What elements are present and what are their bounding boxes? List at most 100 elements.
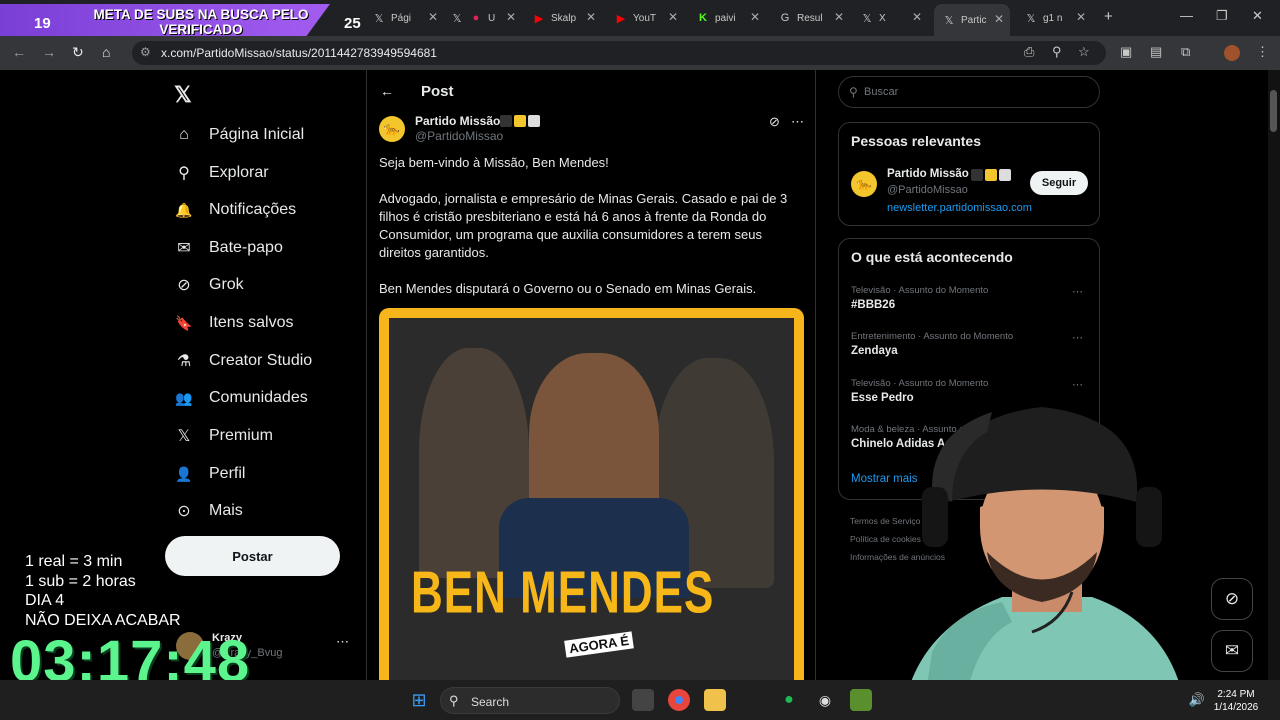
nav-item-grok[interactable]: ⊘ Grok bbox=[173, 270, 243, 300]
tab-label: X bbox=[879, 12, 886, 24]
tab-label: YouT bbox=[633, 12, 656, 24]
nav-item-premium[interactable]: 𝕏 Premium bbox=[173, 421, 273, 451]
close-window-icon[interactable]: ✕ bbox=[1252, 8, 1263, 24]
more-dots-icon[interactable]: ⋯ bbox=[1072, 331, 1083, 344]
tab-7[interactable]: 𝕏 X ✕ bbox=[860, 6, 922, 30]
author-handle[interactable]: @PartidoMissao bbox=[415, 129, 503, 143]
close-icon[interactable]: ✕ bbox=[912, 10, 922, 24]
spotify-icon[interactable]: ● bbox=[778, 689, 800, 711]
relevant-handle: @PartidoMissao bbox=[887, 184, 968, 196]
trend-item[interactable]: Televisão · Assunto do Momento #BBB26 ⋯ bbox=[851, 285, 1091, 325]
task-view-icon[interactable] bbox=[632, 689, 654, 711]
close-icon[interactable]: ✕ bbox=[668, 10, 678, 24]
post-image[interactable]: BEN MENDES AGORA É bbox=[379, 308, 804, 720]
extension-icon[interactable]: ▣ bbox=[1120, 44, 1132, 60]
more-dots-icon[interactable]: ⋯ bbox=[1072, 285, 1083, 298]
more-dots-icon[interactable]: ⋯ bbox=[336, 634, 349, 650]
nav-item-bookmarks[interactable]: 🔖 Itens salvos bbox=[173, 308, 293, 338]
more-dots-icon[interactable]: ⋯ bbox=[791, 114, 804, 130]
tab-6[interactable]: G Resul ✕ bbox=[778, 6, 844, 30]
star-icon[interactable]: ☆ bbox=[1078, 44, 1090, 60]
badge-dark bbox=[500, 115, 512, 127]
close-icon[interactable]: ✕ bbox=[586, 10, 596, 24]
tab-active[interactable]: 𝕏 Partic ✕ bbox=[934, 4, 1010, 36]
tab-label: U bbox=[488, 12, 496, 24]
new-tab-button[interactable]: + bbox=[1104, 8, 1113, 25]
minimize-icon[interactable]: — bbox=[1180, 8, 1193, 23]
nav-item-notifications[interactable]: 🔔 Notificações bbox=[173, 195, 296, 225]
bookmark-icon: 🔖 bbox=[175, 314, 193, 331]
forward-icon[interactable]: → bbox=[42, 44, 56, 60]
x-logo-icon: 𝕏 bbox=[452, 12, 462, 25]
nav-item-communities[interactable]: 👥 Comunidades bbox=[173, 383, 307, 413]
follow-button[interactable]: Seguir bbox=[1030, 171, 1088, 195]
trend-item[interactable]: Entretenimento · Assunto do Momento Zenda… bbox=[851, 331, 1091, 371]
maximize-icon[interactable]: ❐ bbox=[1216, 8, 1228, 24]
search-input[interactable]: ⚲ Buscar bbox=[838, 76, 1100, 108]
tab-3[interactable]: ▶ Skalp ✕ bbox=[532, 6, 596, 30]
x-logo-icon: 𝕏 bbox=[1026, 12, 1036, 25]
tab-1[interactable]: 𝕏 Pági ✕ bbox=[372, 6, 438, 30]
scrollbar[interactable] bbox=[1268, 70, 1280, 680]
nav-item-profile[interactable]: 👤 Perfil bbox=[173, 459, 245, 489]
nav-item-more[interactable]: ⊙ Mais bbox=[173, 496, 242, 526]
scrollbar-thumb[interactable] bbox=[1270, 90, 1277, 132]
person-icon: 👤 bbox=[175, 465, 193, 482]
taskbar-clock[interactable]: 2:24 PM 1/14/2026 bbox=[1206, 688, 1266, 714]
relevant-name[interactable]: Partido Missão bbox=[887, 168, 969, 180]
tab-2[interactable]: 𝕏 ● U ✕ bbox=[450, 6, 516, 30]
more-circle-icon: ⊙ bbox=[177, 503, 191, 520]
post-text-race: Ben Mendes disputará o Governo ou o Sena… bbox=[379, 281, 757, 296]
youtube-icon: ▶ bbox=[534, 12, 544, 25]
zoom-icon[interactable]: ⚲ bbox=[1052, 44, 1062, 60]
nav-label: Explorar bbox=[209, 164, 269, 181]
screen: 𝕏 Pági ✕ 𝕏 ● U ✕ ▶ Skalp ✕ ▶ YouT ✕ Kpaivi ✕ G Resu… bbox=[0, 0, 1280, 720]
close-icon[interactable]: ✕ bbox=[750, 10, 760, 24]
tab-5[interactable]: Kpaivi ✕ bbox=[696, 6, 760, 30]
close-icon[interactable]: ✕ bbox=[506, 10, 516, 24]
back-arrow-icon[interactable]: ← bbox=[380, 83, 394, 99]
x-home-logo-icon[interactable]: 𝕏 bbox=[174, 82, 192, 108]
url-bar[interactable]: ⚙ x.com/PartidoMissao/status/20114427839… bbox=[132, 41, 1106, 65]
file-explorer-icon[interactable] bbox=[704, 689, 726, 711]
nav-item-explore[interactable]: ⚲ Explorar bbox=[173, 158, 269, 188]
record-icon: ● bbox=[472, 12, 480, 24]
chrome-icon[interactable] bbox=[668, 689, 690, 711]
relevant-link[interactable]: newsletter.partidomissao.com bbox=[887, 202, 1032, 214]
clock-date: 1/14/2026 bbox=[1213, 702, 1259, 713]
badge-yellow bbox=[514, 115, 526, 127]
install-icon[interactable]: ⎙ bbox=[1024, 44, 1034, 60]
author-avatar[interactable]: 🐆 bbox=[379, 116, 405, 142]
tab-9[interactable]: 𝕏g1 n ✕ bbox=[1024, 6, 1086, 30]
puzzle-icon[interactable]: ⧉ bbox=[1181, 44, 1190, 60]
taskbar-search[interactable]: ⚲ Search bbox=[440, 687, 620, 714]
back-icon[interactable]: ← bbox=[12, 44, 26, 60]
close-icon[interactable]: ✕ bbox=[834, 10, 844, 24]
tab-4[interactable]: ▶ YouT ✕ bbox=[614, 6, 678, 30]
messages-fab-icon[interactable]: ✉ bbox=[1211, 630, 1253, 672]
grok-icon[interactable]: ⊘ bbox=[769, 114, 780, 130]
close-icon[interactable]: ✕ bbox=[994, 12, 1004, 26]
close-icon[interactable]: ✕ bbox=[428, 10, 438, 24]
image-background: BEN MENDES AGORA É bbox=[389, 318, 794, 720]
grok-fab-icon[interactable]: ⊘ bbox=[1211, 578, 1253, 620]
more-dots-icon[interactable]: ⋯ bbox=[1072, 378, 1083, 391]
reload-icon[interactable]: ↻ bbox=[72, 44, 84, 61]
windows-start-icon[interactable]: ⊞ bbox=[408, 689, 430, 711]
volume-icon[interactable]: 🔊 bbox=[1186, 689, 1208, 711]
menu-icon[interactable]: ⋮ bbox=[1256, 44, 1269, 60]
trend-context: Televisão · Assunto do Momento bbox=[851, 285, 989, 296]
sidebar-icon[interactable]: ▤ bbox=[1150, 44, 1162, 60]
nav-item-home[interactable]: ⌂ Página Inicial bbox=[173, 120, 304, 150]
site-info-icon[interactable]: ⚙ bbox=[140, 45, 151, 59]
profile-avatar[interactable] bbox=[1224, 45, 1240, 61]
home-browser-icon[interactable]: ⌂ bbox=[102, 44, 110, 60]
obs-icon[interactable]: ◉ bbox=[814, 689, 836, 711]
author-name[interactable]: Partido Missão bbox=[415, 114, 500, 128]
close-icon[interactable]: ✕ bbox=[1076, 10, 1086, 24]
nav-item-chat[interactable]: ✉ Bate-papo bbox=[173, 233, 283, 263]
post-button[interactable]: Postar bbox=[165, 536, 340, 576]
app-icon[interactable] bbox=[850, 689, 872, 711]
nav-item-creator-studio[interactable]: ⚗ Creator Studio bbox=[173, 346, 312, 376]
relevant-avatar[interactable]: 🐆 bbox=[851, 171, 877, 197]
